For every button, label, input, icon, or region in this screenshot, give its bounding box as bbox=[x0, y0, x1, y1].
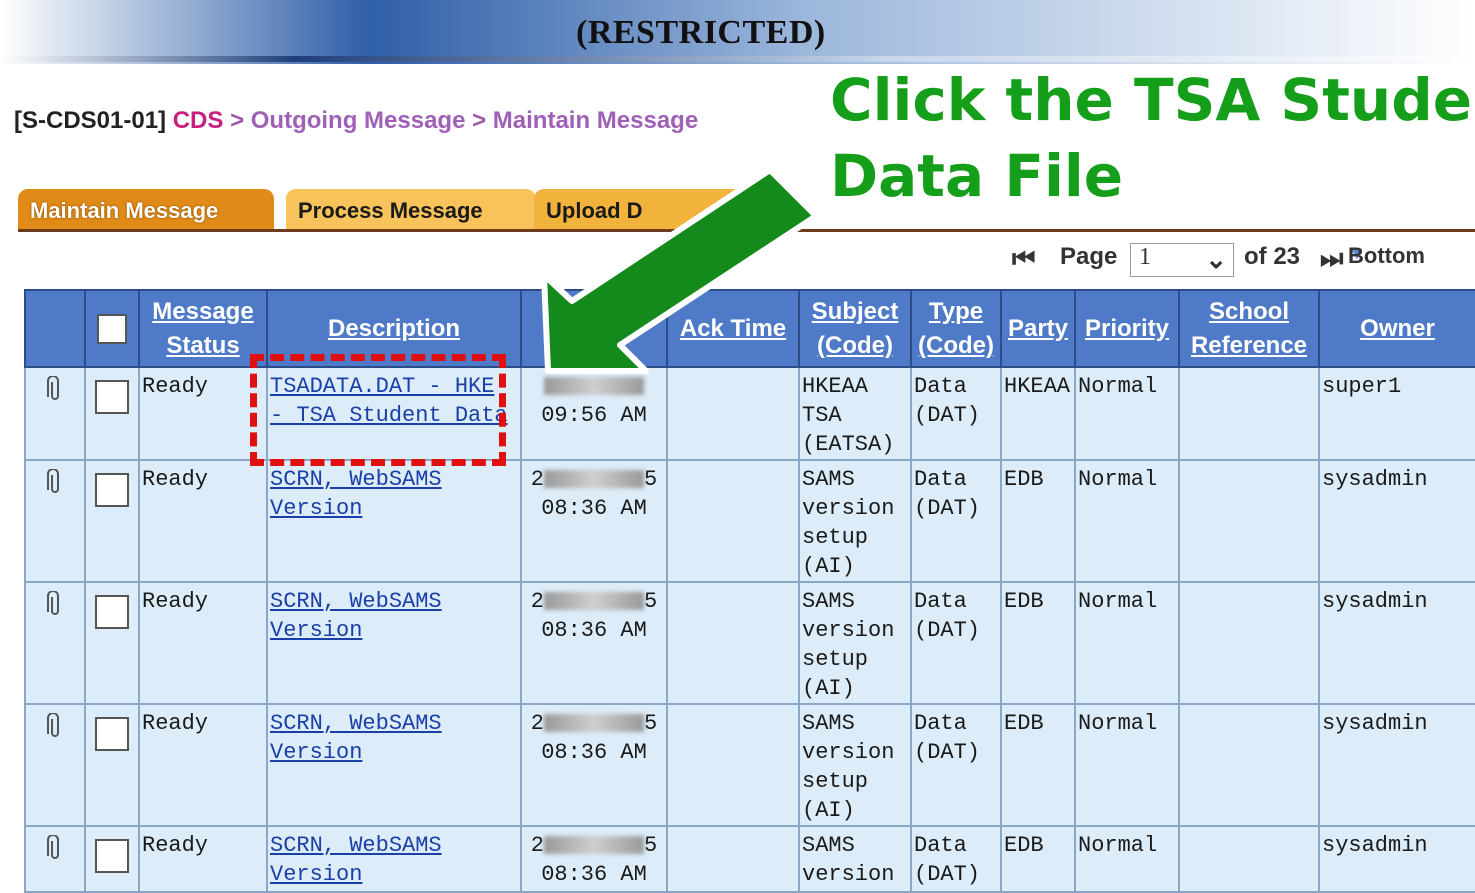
green-arrow-icon bbox=[541, 167, 819, 374]
